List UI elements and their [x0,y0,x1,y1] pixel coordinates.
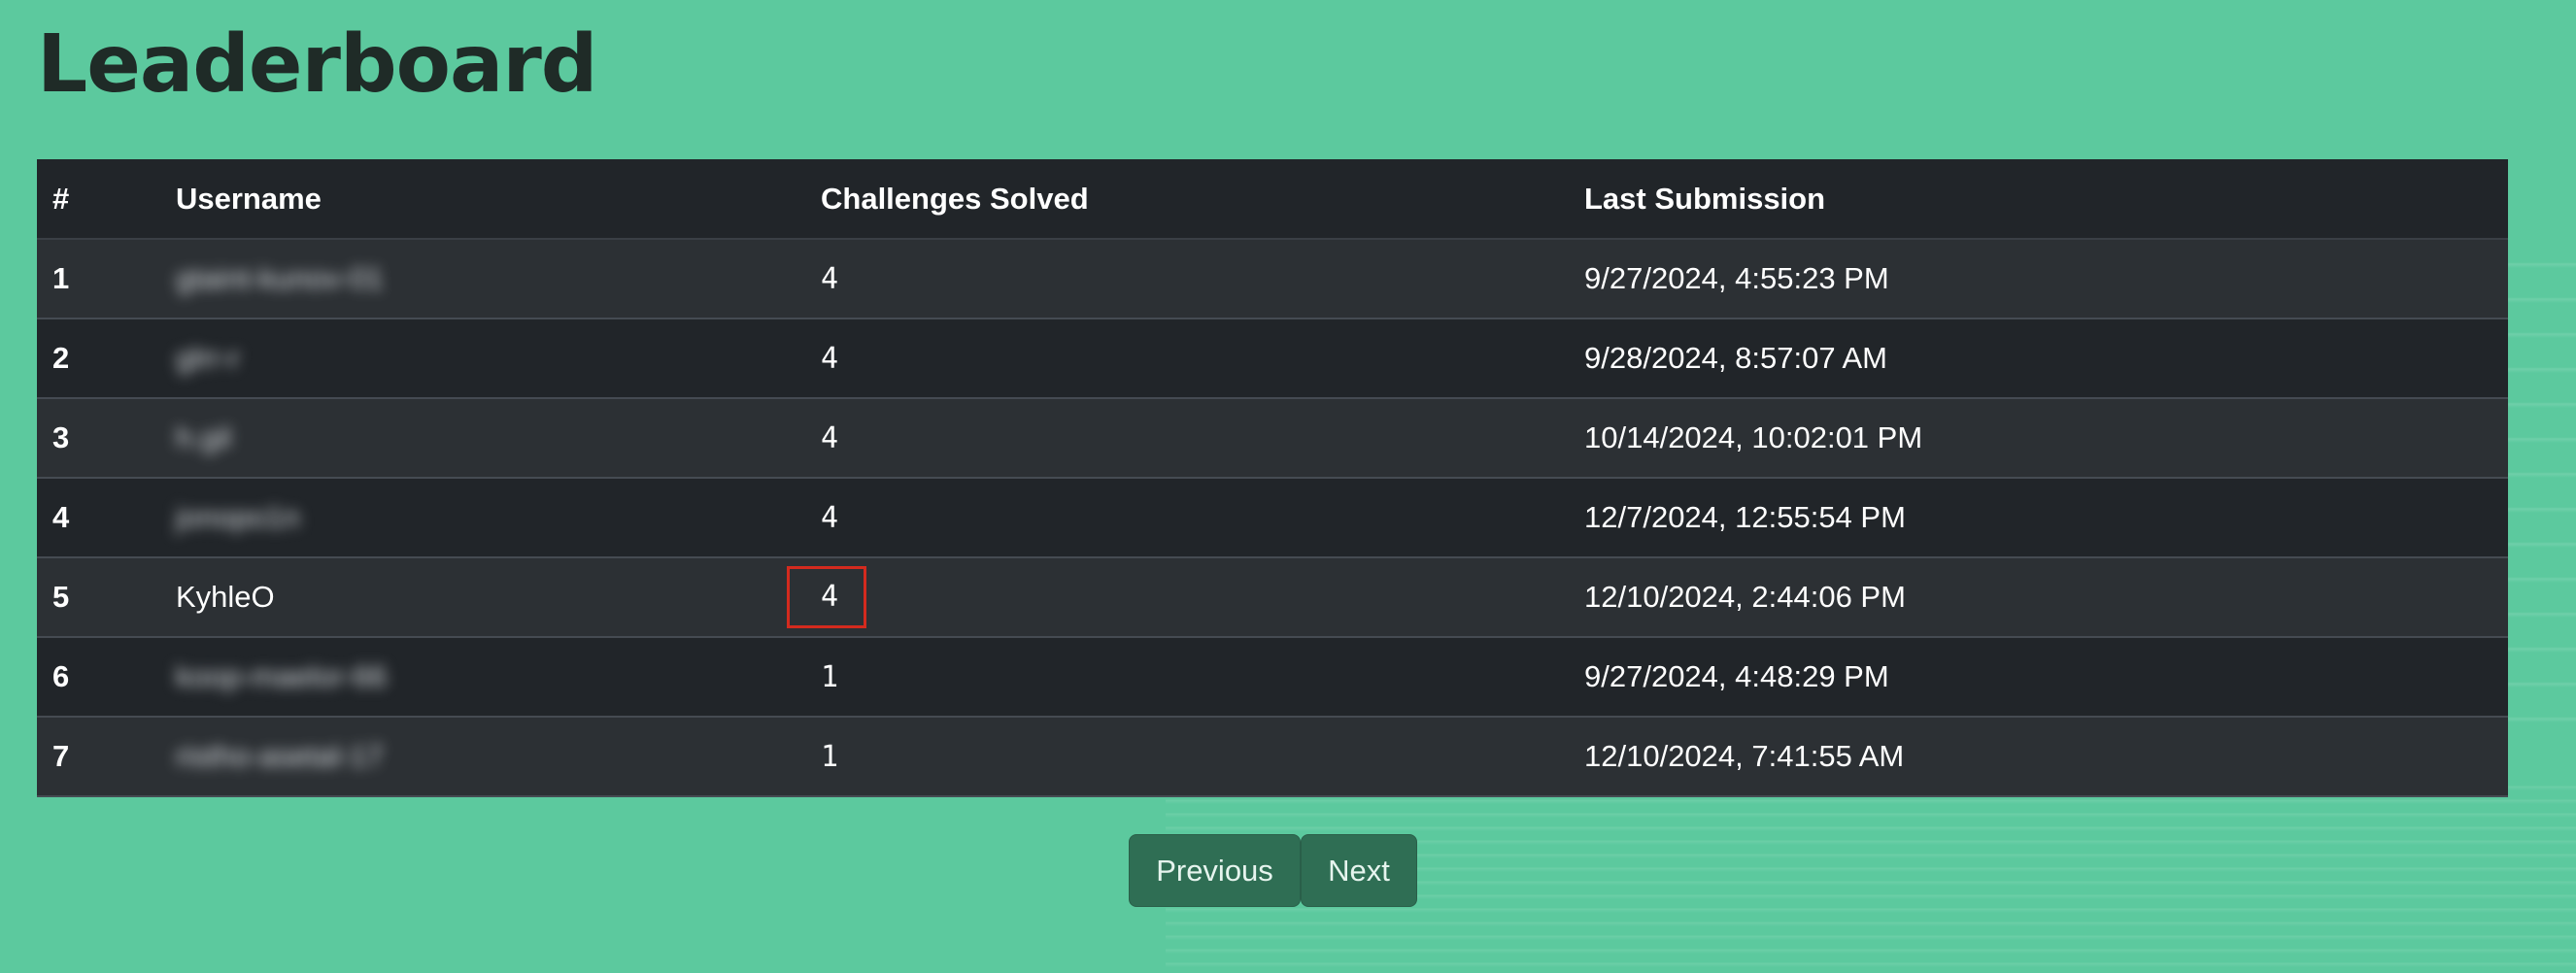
rank-cell: 2 [37,319,160,399]
last-submission-cell: 9/27/2024, 4:55:23 PM [1569,239,2508,319]
rank-cell: 7 [37,717,160,797]
challenges-solved-value: 1 [821,739,839,774]
table-row: 6 koop-maelor-66 1 9/27/2024, 4:48:29 PM [37,637,2508,718]
challenges-solved-value: 4 [821,500,839,535]
table-row: 2 glrr-r 4 9/28/2024, 8:57:07 AM [37,319,2508,399]
column-header-challenges-solved: Challenges Solved [805,159,1569,240]
username-cell: jonopo1n [160,478,805,558]
next-button[interactable]: Next [1301,834,1417,907]
username-cell: h.gil [160,398,805,479]
username-cell: KyhleO [160,557,805,638]
challenges-solved-highlighted: 4 [787,566,866,628]
username-cell: glrr-r [160,319,805,399]
rank-cell: 4 [37,478,160,558]
username-cell: gtaint-kunov-01 [160,239,805,319]
challenges-solved-value: 1 [821,659,839,694]
username-blurred: ristho-asetal-17 [176,739,384,773]
challenges-solved-cell: 4 [805,239,1569,319]
username-blurred: koop-maelor-66 [176,659,388,693]
last-submission-cell: 12/10/2024, 2:44:06 PM [1569,557,2508,638]
last-submission-cell: 12/10/2024, 7:41:55 AM [1569,717,2508,797]
table-row: 5 KyhleO 4 12/10/2024, 2:44:06 PM [37,557,2508,638]
username-blurred: glrr-r [176,341,240,375]
challenges-solved-value: 4 [821,420,839,455]
challenges-solved-cell: 4 [805,478,1569,558]
username-cell: koop-maelor-66 [160,637,805,718]
previous-button[interactable]: Previous [1129,834,1301,907]
rank-cell: 6 [37,637,160,718]
challenges-solved-value: 4 [821,261,839,296]
last-submission-cell: 10/14/2024, 10:02:01 PM [1569,398,2508,479]
challenges-solved-value: 4 [821,341,839,376]
challenges-solved-cell: 4 [805,319,1569,399]
challenges-solved-cell: 4 [805,398,1569,479]
last-submission-cell: 9/28/2024, 8:57:07 AM [1569,319,2508,399]
table-row: 3 h.gil 4 10/14/2024, 10:02:01 PM [37,398,2508,479]
last-submission-cell: 9/27/2024, 4:48:29 PM [1569,637,2508,718]
column-header-last-submission: Last Submission [1569,159,2508,240]
username-blurred: jonopo1n [176,500,300,534]
username: KyhleO [176,580,275,614]
challenges-solved-cell: 4 [787,557,1569,638]
leaderboard-table: # Username Challenges Solved Last Submis… [37,159,2508,797]
challenges-solved-cell: 1 [805,637,1569,718]
rank-cell: 5 [37,557,160,638]
last-submission-cell: 12/7/2024, 12:55:54 PM [1569,478,2508,558]
table-row: 7 ristho-asetal-17 1 12/10/2024, 7:41:55 AM [37,717,2508,797]
username-blurred: gtaint-kunov-01 [176,261,384,295]
rank-cell: 1 [37,239,160,319]
username-cell: ristho-asetal-17 [160,717,805,797]
table-row: 1 gtaint-kunov-01 4 9/27/2024, 4:55:23 PM [37,239,2508,319]
column-header-username: Username [160,159,805,240]
column-header-rank: # [37,159,160,240]
pagination: Previous Next [1129,834,1417,907]
page-title: Leaderboard [37,18,597,111]
username-blurred: h.gil [176,420,231,454]
challenges-solved-cell: 1 [805,717,1569,797]
table-header-row: # Username Challenges Solved Last Submis… [37,159,2508,240]
table-row: 4 jonopo1n 4 12/7/2024, 12:55:54 PM [37,478,2508,558]
rank-cell: 3 [37,398,160,479]
